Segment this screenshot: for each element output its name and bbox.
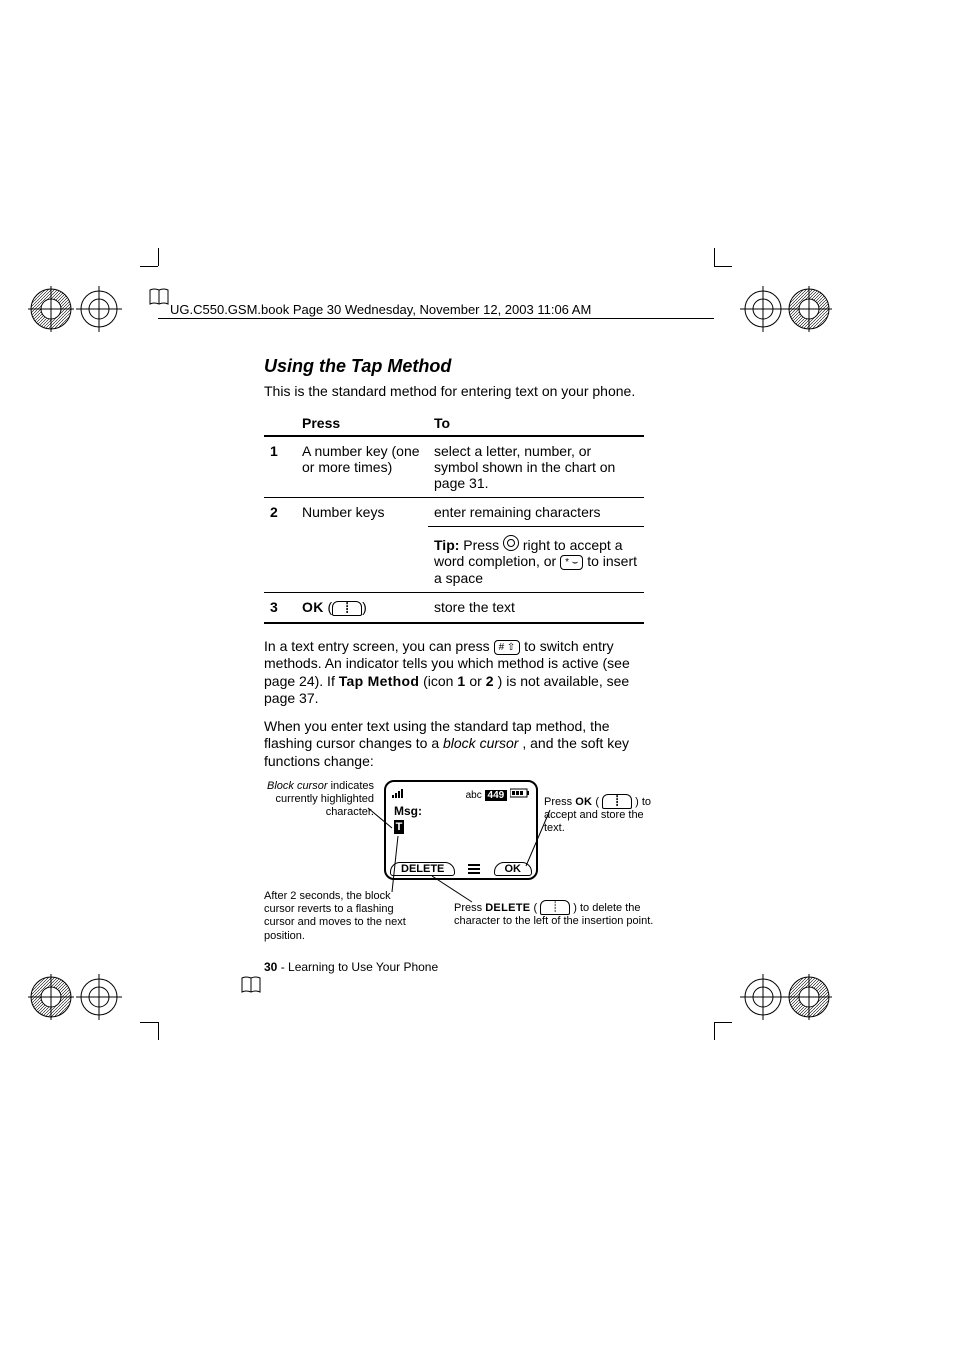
- tap-method-label: Tap Method: [339, 673, 420, 689]
- regmark-icon: [76, 286, 122, 332]
- step-number: 3: [264, 592, 296, 623]
- ok-label: OK: [302, 599, 324, 615]
- step-to-line1: enter remaining characters: [434, 504, 601, 520]
- page-number: 30: [264, 960, 277, 974]
- book-icon: [148, 286, 170, 308]
- crop-tick: [714, 248, 715, 266]
- step-number: 1: [264, 436, 296, 498]
- print-page: UG.C550.GSM.book Page 30 Wednesday, Nove…: [0, 0, 954, 1351]
- step-to: store the text: [428, 592, 644, 623]
- leader-line: [526, 810, 550, 869]
- callout-delete: Press DELETE ( ┊ ) to delete the charact…: [454, 900, 654, 928]
- book-icon: [240, 974, 262, 996]
- char-count-badge: 449: [485, 790, 508, 801]
- text: Press: [544, 796, 575, 808]
- table-row: 1 A number key (one or more times) selec…: [264, 436, 644, 498]
- col-press: Press: [296, 411, 428, 436]
- hash-key-icon: # ⇧: [494, 640, 521, 655]
- para-switch-methods: In a text entry screen, you can press # …: [264, 638, 644, 708]
- leader-line: [392, 836, 422, 899]
- regmark-icon: [740, 974, 786, 1020]
- crop-tick: [158, 1022, 159, 1040]
- text: or: [469, 673, 485, 689]
- table-row: Tip: Press right to accept a word comple…: [264, 526, 644, 592]
- regmark-shaded-icon: [786, 974, 832, 1020]
- header-rule: [158, 318, 714, 319]
- right-softkey-icon: ┋: [332, 601, 362, 616]
- callout-block-cursor: Block cursor indicates currently highlig…: [234, 780, 374, 820]
- step-press: OK (┋): [296, 592, 428, 623]
- callout-term: Block cursor: [267, 780, 328, 792]
- star-key-icon: * ⌣: [560, 555, 583, 570]
- crop-tick: [140, 1022, 158, 1023]
- signal-icon: [392, 788, 408, 801]
- step-tip: Tip: Press right to accept a word comple…: [428, 526, 644, 592]
- crop-tick: [714, 1022, 715, 1040]
- crop-tick: [714, 1022, 732, 1023]
- icon1: 1: [457, 673, 465, 689]
- right-softkey-icon: ┋: [602, 794, 632, 809]
- leader-line: [432, 876, 482, 909]
- running-header: UG.C550.GSM.book Page 30 Wednesday, Nove…: [170, 302, 730, 317]
- text: (: [533, 902, 537, 914]
- phone-diagram: Block cursor indicates currently highlig…: [264, 780, 644, 980]
- para-block-cursor: When you enter text using the standard t…: [264, 718, 644, 771]
- delete-label: DELETE: [485, 902, 530, 914]
- crop-tick: [140, 266, 158, 267]
- ok-label: OK: [575, 796, 592, 808]
- nav-key-icon: [503, 535, 519, 551]
- step-number: 2: [264, 497, 296, 526]
- block-cursor-term: block cursor: [443, 735, 518, 751]
- text: (icon: [423, 673, 457, 689]
- tip-label: Tip:: [434, 537, 459, 553]
- table-row: 2 Number keys enter remaining characters: [264, 497, 644, 526]
- step-to: select a letter, number, or symbol shown…: [428, 436, 644, 498]
- status-bar: abc 449: [392, 788, 530, 801]
- page-footer: 30 - Learning to Use Your Phone: [264, 960, 438, 974]
- regmark-icon: [76, 974, 122, 1020]
- chapter-name: - Learning to Use Your Phone: [277, 960, 438, 974]
- text: In a text entry screen, you can press: [264, 638, 494, 654]
- regmark-shaded-icon: [786, 286, 832, 332]
- table-row: 3 OK (┋) store the text: [264, 592, 644, 623]
- mode-indicator: abc: [466, 790, 482, 801]
- left-softkey-icon: ┊: [540, 900, 570, 915]
- regmark-shaded-icon: [28, 286, 74, 332]
- menu-icon: [468, 864, 480, 874]
- step-press: Number keys: [296, 497, 428, 526]
- step-to: enter remaining characters: [428, 497, 644, 526]
- icon2: 2: [486, 673, 494, 689]
- content-area: Using the Tap Method This is the standar…: [264, 356, 644, 980]
- text: (: [595, 796, 599, 808]
- steps-table: Press To 1 A number key (one or more tim…: [264, 411, 644, 624]
- section-title: Using the Tap Method: [264, 356, 644, 377]
- callout-ok: Press OK ( ┋ ) to accept and store the t…: [544, 794, 654, 836]
- col-to: To: [428, 411, 644, 436]
- regmark-shaded-icon: [28, 974, 74, 1020]
- msg-label: Msg:: [394, 804, 422, 818]
- step-press: A number key (one or more times): [296, 436, 428, 498]
- tip-text: Press: [463, 537, 503, 553]
- regmark-icon: [740, 286, 786, 332]
- battery-icon: [510, 790, 530, 801]
- crop-tick: [714, 266, 732, 267]
- intro-text: This is the standard method for entering…: [264, 383, 644, 401]
- crop-tick: [158, 248, 159, 266]
